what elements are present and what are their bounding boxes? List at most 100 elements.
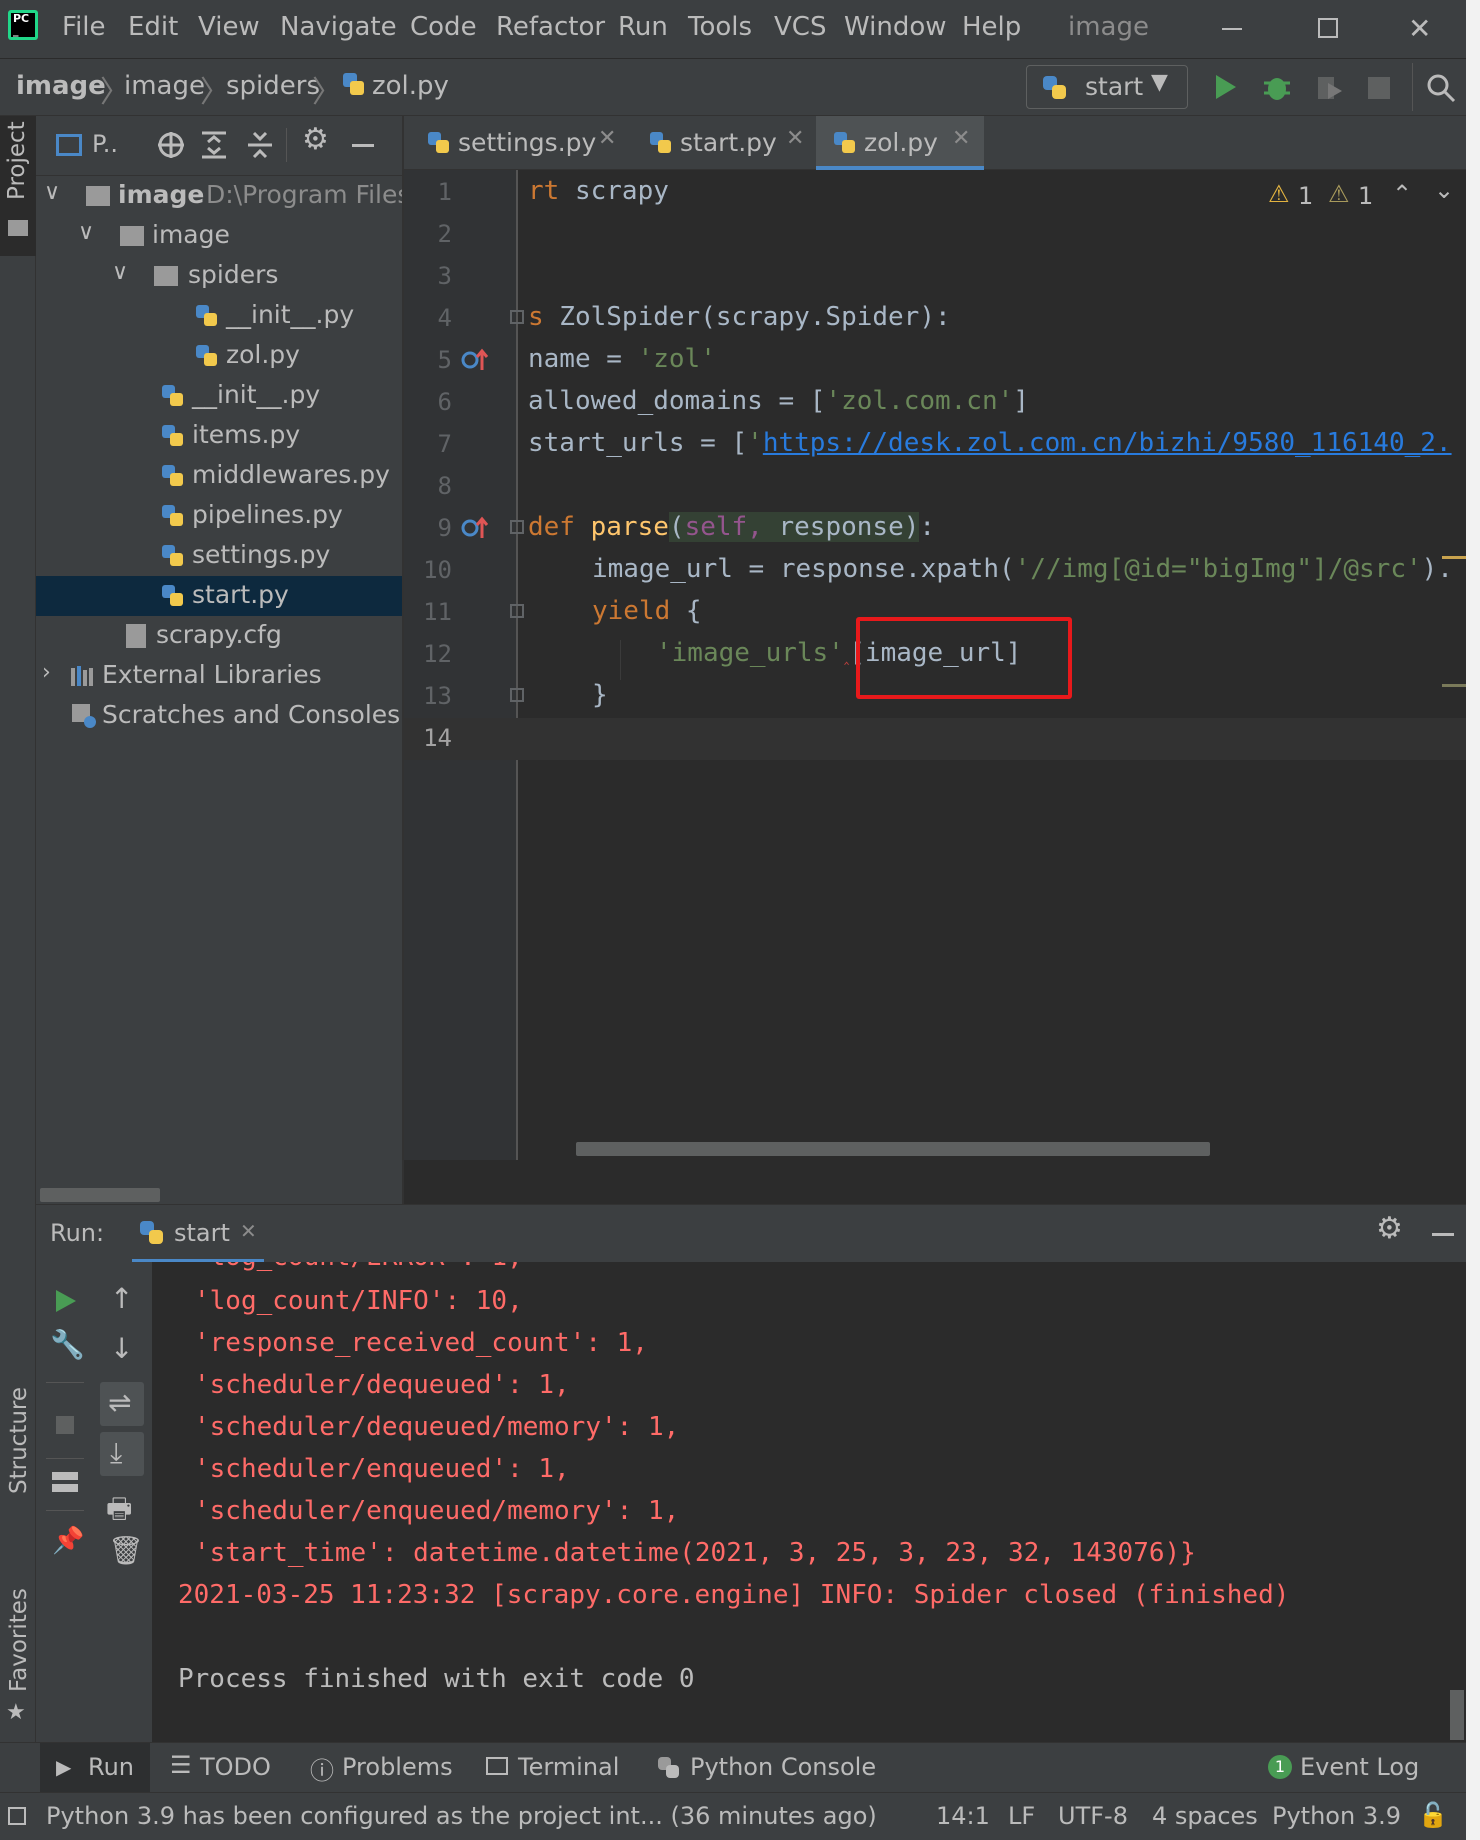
tree-item-file[interactable]: __init__.py	[36, 376, 404, 416]
minimize-icon[interactable]	[1222, 28, 1242, 30]
trash-icon[interactable]: 🗑	[108, 1534, 144, 1567]
fold-icon[interactable]	[510, 688, 524, 702]
override-marker-icon[interactable]	[460, 514, 490, 542]
menu-help[interactable]: Help	[962, 12, 1021, 42]
gear-icon[interactable]: ⚙	[1376, 1211, 1403, 1246]
debug-icon[interactable]	[1262, 71, 1292, 103]
chevron-down-icon[interactable]: ∨	[112, 260, 128, 285]
pin-icon[interactable]: 📌	[52, 1526, 84, 1556]
bottom-tab-event-log[interactable]: 1 Event Log	[1268, 1743, 1419, 1793]
coverage-icon[interactable]	[1314, 73, 1344, 103]
close-tab-icon[interactable]: ✕	[240, 1219, 257, 1243]
menu-code[interactable]: Code	[410, 12, 477, 42]
menu-file[interactable]: File	[62, 12, 106, 42]
bottom-tab-python-console[interactable]: Python Console	[656, 1743, 876, 1793]
tree-item-file[interactable]: middlewares.py	[36, 456, 404, 496]
tree-item-file[interactable]: settings.py	[36, 536, 404, 576]
breadcrumb-image[interactable]: image	[124, 71, 205, 101]
fold-icon[interactable]	[510, 520, 524, 534]
gear-icon[interactable]: ⚙	[302, 122, 329, 157]
close-tab-icon[interactable]: ✕	[786, 126, 804, 151]
python-interpreter[interactable]: Python 3.9	[1272, 1802, 1401, 1830]
layout-icon[interactable]	[52, 1472, 78, 1492]
rerun-icon[interactable]	[54, 1288, 78, 1314]
menu-window[interactable]: Window	[844, 12, 947, 42]
menu-run[interactable]: Run	[618, 12, 668, 42]
breadcrumb-spiders[interactable]: spiders	[226, 71, 320, 101]
fold-icon[interactable]	[510, 604, 524, 618]
file-encoding[interactable]: UTF-8	[1058, 1802, 1128, 1830]
search-icon[interactable]	[1426, 73, 1456, 103]
bottom-tab-todo[interactable]: ☰ TODO	[168, 1743, 278, 1793]
stop-icon[interactable]	[56, 1416, 74, 1434]
status-message[interactable]: Python 3.9 has been configured as the pr…	[46, 1802, 877, 1830]
chevron-down-icon[interactable]: ∨	[44, 180, 60, 205]
close-tab-icon[interactable]: ✕	[598, 126, 616, 151]
arrow-down-icon[interactable]: ↓	[110, 1332, 133, 1365]
run-tab-start[interactable]: start ✕	[132, 1205, 264, 1263]
tree-item-file[interactable]: zol.py	[36, 336, 404, 376]
previous-highlight-icon[interactable]: ⌃	[1392, 180, 1412, 208]
tool-windows-toggle-icon[interactable]	[8, 1807, 26, 1825]
menu-refactor[interactable]: Refactor	[496, 12, 605, 42]
menu-edit[interactable]: Edit	[128, 12, 178, 42]
close-window-icon[interactable]: ✕	[1408, 12, 1431, 45]
override-marker-icon[interactable]	[460, 346, 490, 374]
collapse-all-icon[interactable]	[246, 130, 274, 160]
bottom-tab-run[interactable]: ▶ Run	[40, 1743, 150, 1793]
menu-view[interactable]: View	[198, 12, 260, 42]
tree-item-file[interactable]: pipelines.py	[36, 496, 404, 536]
indent-setting[interactable]: 4 spaces	[1152, 1802, 1258, 1830]
print-icon[interactable]: 🖶	[106, 1488, 132, 1536]
arrow-up-icon[interactable]: ↑	[110, 1282, 133, 1315]
tree-item-spiders-package[interactable]: ∨ spiders	[36, 256, 404, 296]
close-tab-icon[interactable]: ✕	[952, 126, 970, 151]
tree-item-file[interactable]: __init__.py	[36, 296, 404, 336]
bottom-tab-terminal[interactable]: Terminal	[484, 1743, 619, 1793]
chevron-down-icon[interactable]: ∨	[78, 220, 94, 245]
breadcrumb-file[interactable]: zol.py	[372, 71, 449, 101]
structure-stripe-button[interactable]: Structure	[0, 1384, 36, 1524]
fold-icon[interactable]	[510, 310, 524, 324]
error-stripe-mark[interactable]	[1442, 684, 1466, 687]
inspection-widget[interactable]: ⚠ 1 ⚠ 1 ⌃ ⌄	[1268, 176, 1464, 214]
scroll-to-end-toggle[interactable]: ⤓	[100, 1432, 144, 1476]
tree-item-scratches[interactable]: Scratches and Consoles	[36, 696, 404, 736]
tree-item-file-selected[interactable]: start.py	[36, 576, 404, 616]
code-url-link[interactable]: https://desk.zol.com.cn/bizhi/9580_11614…	[763, 428, 1452, 458]
tab-zol-py[interactable]: zol.py ✕	[816, 116, 984, 170]
console-vscrollbar[interactable]	[1450, 1690, 1464, 1740]
run-console-output[interactable]: 'log_count/ERROR': 1, 'log_count/INFO': …	[152, 1262, 1466, 1742]
lock-icon[interactable]: 🔓	[1418, 1801, 1448, 1829]
tree-item-project-root[interactable]: ∨ image D:\Program Files\	[36, 176, 419, 216]
next-highlight-icon[interactable]: ⌄	[1434, 176, 1454, 204]
expand-all-icon[interactable]	[200, 130, 228, 160]
soft-wrap-toggle[interactable]: ⇌	[100, 1382, 144, 1426]
line-separator[interactable]: LF	[1008, 1802, 1035, 1830]
tree-item-file[interactable]: items.py	[36, 416, 404, 456]
project-hscrollbar[interactable]	[40, 1188, 160, 1202]
tree-item-file[interactable]: scrapy.cfg	[36, 616, 404, 656]
tab-settings-py[interactable]: settings.py ✕	[418, 116, 616, 170]
run-icon[interactable]	[1212, 73, 1240, 101]
hide-panel-icon[interactable]	[1432, 1233, 1454, 1236]
caret-position[interactable]: 14:1	[936, 1802, 990, 1830]
maximize-icon[interactable]	[1318, 18, 1338, 38]
run-config-selector[interactable]: start ▼	[1026, 65, 1188, 109]
tree-item-external-libraries[interactable]: › External Libraries	[36, 656, 404, 696]
editor-hscrollbar[interactable]	[576, 1142, 1210, 1156]
menu-tools[interactable]: Tools	[688, 12, 752, 42]
chevron-right-icon[interactable]: ›	[42, 660, 51, 685]
hide-panel-icon[interactable]	[352, 144, 374, 147]
locate-icon[interactable]	[156, 130, 186, 160]
project-stripe-button[interactable]: Project	[0, 116, 36, 256]
favorites-stripe-button[interactable]: Favorites ★	[0, 1582, 36, 1725]
tree-item-image-package[interactable]: ∨ image	[36, 216, 404, 256]
tab-start-py[interactable]: start.py ✕	[638, 116, 806, 170]
breadcrumb-project[interactable]: image	[16, 71, 106, 101]
stop-icon[interactable]	[1368, 77, 1390, 99]
menu-vcs[interactable]: VCS	[774, 12, 826, 42]
wrench-icon[interactable]: 🔧	[50, 1328, 85, 1361]
project-view-selector[interactable]: P..	[92, 130, 118, 158]
menu-navigate[interactable]: Navigate	[280, 12, 397, 42]
